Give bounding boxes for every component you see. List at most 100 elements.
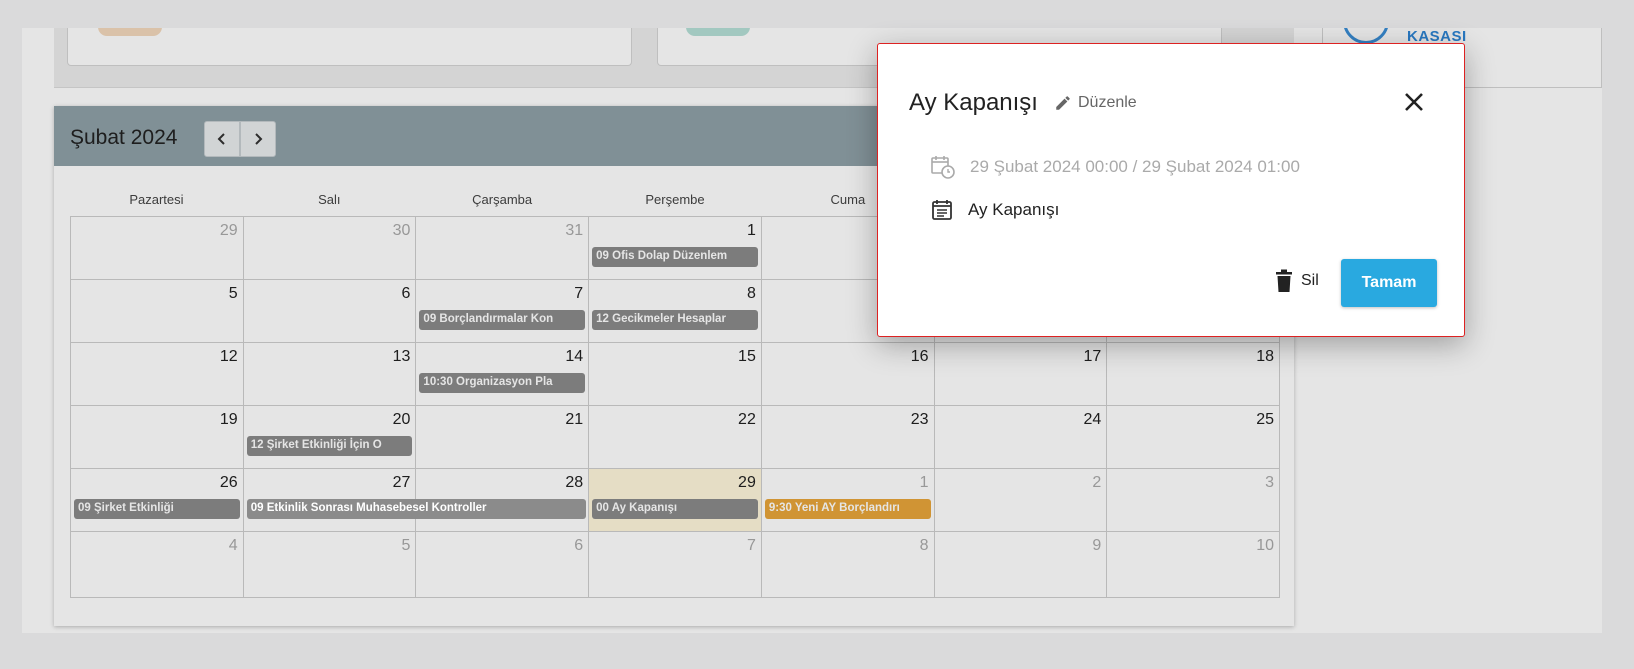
day-number: 5 <box>228 285 238 302</box>
calendar-event[interactable]: 12 Şirket Etkinliği İçin O <box>246 436 413 456</box>
calendar-event[interactable]: 09 Etkinlik Sonrası Muhasebesel Kontroll… <box>246 499 587 519</box>
day-number: 12 <box>219 348 238 365</box>
calendar-event[interactable]: 09 Ofis Dolap Düzenlem <box>592 247 758 267</box>
day-number: 16 <box>910 348 929 365</box>
week-row: 26 09 Şirket Etkinliği 27 09 Etkinlik Sonra… <box>71 469 1280 532</box>
day-number: 20 <box>392 411 411 428</box>
day-number: 22 <box>738 411 756 428</box>
event-dialog: Ay Kapanışı Düzenle 29 Şubat 2024 00:00 … <box>877 43 1465 337</box>
prev-month-button[interactable] <box>204 121 240 157</box>
day-cell[interactable]: 6 <box>243 280 417 343</box>
calendar-event[interactable]: 09 Şirket Etkinliği <box>74 499 240 519</box>
day-cell[interactable]: 1 09 Ofis Dolap Düzenlem <box>589 217 762 280</box>
day-cell[interactable]: 27 09 Etkinlik Sonrası Muhasebesel Kontro… <box>243 469 587 532</box>
day-number: 1 <box>919 474 929 491</box>
week-row: 12 13 14 10:30 Organizasyon Pla 15 16 17 18 <box>71 343 1280 406</box>
weekday-label: Perşembe <box>645 192 705 207</box>
event-title: Ay Kapanışı <box>909 89 1038 116</box>
day-cell[interactable]: 17 <box>934 343 1108 406</box>
day-number: 17 <box>1083 348 1102 365</box>
day-number: 24 <box>1083 411 1102 428</box>
day-number: 21 <box>565 411 584 428</box>
day-number: 23 <box>910 411 929 428</box>
weekday-label: Çarşamba <box>472 192 533 207</box>
calendar-note-icon <box>932 200 952 220</box>
calendar-event[interactable]: 09 Borçlandırmalar Kon <box>419 310 586 330</box>
day-cell[interactable]: 4 <box>71 532 244 598</box>
day-cell[interactable]: 7 <box>589 532 762 598</box>
day-cell[interactable]: 20 12 Şirket Etkinliği İçin O <box>243 406 417 469</box>
delete-button[interactable]: Sil <box>1274 269 1319 293</box>
edit-label: Düzenle <box>1078 94 1137 111</box>
day-cell[interactable]: 8 12 Gecikmeler Hesaplar <box>589 280 762 343</box>
day-number: 7 <box>746 537 756 554</box>
day-number: 14 <box>565 348 584 365</box>
day-cell[interactable]: 12 <box>71 343 244 406</box>
day-cell[interactable]: 23 <box>761 406 935 469</box>
day-cell[interactable]: 25 <box>1107 406 1280 469</box>
day-number: 6 <box>574 537 584 554</box>
calendar-event[interactable]: 9:30 Yeni AY Borçlandırı <box>764 499 931 519</box>
day-number: 19 <box>219 411 238 428</box>
day-cell[interactable]: 18 <box>1107 343 1280 406</box>
chevron-right-icon <box>255 133 263 145</box>
calendar-event[interactable]: 00 Ay Kapanışı <box>592 499 758 519</box>
calendar-title: Şubat 2024 <box>70 126 178 149</box>
close-button[interactable] <box>1400 88 1428 116</box>
day-number: 15 <box>738 348 756 365</box>
day-cell[interactable]: 8 <box>761 532 935 598</box>
weekday-label: Salı <box>318 192 341 207</box>
day-number: 2 <box>1092 474 1102 491</box>
day-number: 13 <box>392 348 411 365</box>
day-cell[interactable]: 7 09 Borçlandırmalar Kon <box>416 280 590 343</box>
day-cell[interactable]: 16 <box>761 343 935 406</box>
day-cell[interactable]: 26 09 Şirket Etkinliği <box>71 469 244 532</box>
edit-button[interactable]: Düzenle <box>1054 94 1137 112</box>
day-number: 27 <box>392 474 411 491</box>
day-cell[interactable]: 1 9:30 Yeni AY Borçlandırı <box>761 469 935 532</box>
kasa-icon <box>1343 28 1389 44</box>
day-number: 30 <box>392 222 411 239</box>
day-cell[interactable]: 31 <box>416 217 590 280</box>
day-number: 26 <box>219 474 238 491</box>
day-number: 9 <box>1092 537 1102 554</box>
day-cell[interactable]: 9 <box>934 532 1108 598</box>
day-cell[interactable]: 2 <box>934 469 1108 532</box>
day-cell[interactable]: 6 <box>416 532 590 598</box>
day-cell[interactable]: 5 <box>243 532 417 598</box>
calendar-clock-icon <box>931 156 955 179</box>
ok-button[interactable]: Tamam <box>1341 259 1437 307</box>
day-cell[interactable]: 15 <box>589 343 762 406</box>
day-cell[interactable]: 24 <box>934 406 1108 469</box>
trash-icon <box>1276 269 1292 292</box>
day-number: 31 <box>565 222 584 239</box>
day-number: 5 <box>401 537 411 554</box>
day-cell[interactable]: 10 <box>1107 532 1280 598</box>
day-number: 25 <box>1256 411 1274 428</box>
day-number: 29 <box>738 474 756 491</box>
day-number: 8 <box>746 285 756 302</box>
day-cell[interactable]: 13 <box>243 343 417 406</box>
pencil-icon <box>1056 96 1070 110</box>
day-cell[interactable]: 14 10:30 Organizasyon Pla <box>416 343 590 406</box>
calendar-event[interactable]: 12 Gecikmeler Hesaplar <box>592 310 758 330</box>
stat-icon <box>98 28 162 36</box>
day-cell[interactable]: 29 00 Ay Kapanışı <box>589 469 762 532</box>
day-cell[interactable]: 3 <box>1107 469 1280 532</box>
day-cell[interactable]: 30 <box>243 217 417 280</box>
event-description: Ay Kapanışı <box>968 200 1060 219</box>
day-cell[interactable]: 22 <box>589 406 762 469</box>
week-row: 19 20 12 Şirket Etkinliği İçin O 21 22 23 24 25 <box>71 406 1280 469</box>
day-cell[interactable]: 19 <box>71 406 244 469</box>
day-number: 28 <box>565 474 584 491</box>
close-icon <box>1405 93 1423 111</box>
next-month-button[interactable] <box>240 121 276 157</box>
calendar-event[interactable]: 10:30 Organizasyon Pla <box>419 373 586 393</box>
day-cell[interactable]: 29 <box>71 217 244 280</box>
day-cell[interactable]: 21 <box>416 406 590 469</box>
day-number: 3 <box>1265 474 1274 491</box>
day-cell[interactable]: 5 <box>71 280 244 343</box>
day-number: 8 <box>919 537 929 554</box>
day-number: 18 <box>1256 348 1274 365</box>
day-number: 6 <box>401 285 411 302</box>
